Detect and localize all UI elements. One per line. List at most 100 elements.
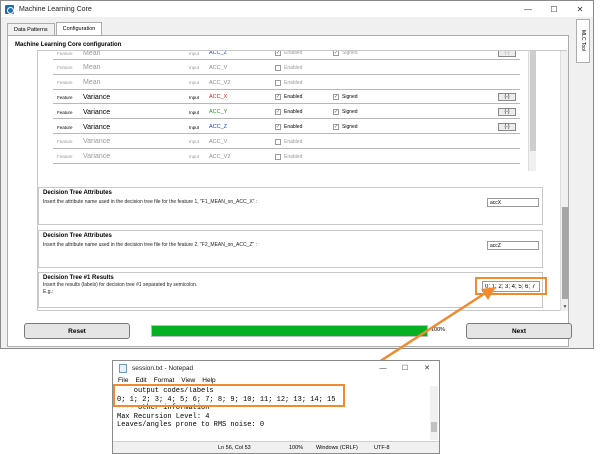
feature-label: Feature: [57, 124, 73, 130]
feature-name[interactable]: Variance: [83, 150, 110, 164]
enabled-toggle[interactable]: Enabled: [275, 135, 302, 149]
enabled-toggle[interactable]: Enabled: [275, 61, 302, 75]
menu-file[interactable]: File: [118, 377, 128, 384]
feature-label: Feature: [57, 80, 73, 86]
notepad-scroll-thumb[interactable]: [431, 422, 437, 432]
notepad-minimize-button[interactable]: —: [373, 361, 393, 375]
input-value[interactable]: ACC_V2: [209, 76, 230, 90]
maximize-button[interactable]: ☐: [541, 1, 567, 17]
attribute-1-input[interactable]: [487, 198, 539, 207]
attribute-group-2: Decision Tree Attributes Insert the attr…: [38, 230, 543, 268]
notepad-close-button[interactable]: ✕: [417, 361, 437, 375]
enabled-checkbox[interactable]: [275, 79, 281, 86]
attribute-group-1-text: Insert the attribute name used in the de…: [43, 199, 258, 205]
enabled-label: Enabled: [284, 79, 303, 86]
enabled-toggle[interactable]: ✓ Enabled: [275, 51, 302, 60]
signed-toggle[interactable]: ✓ Signed: [333, 51, 358, 60]
attribute-group-2-title: Decision Tree Attributes: [43, 233, 112, 239]
attribute-2-input[interactable]: [487, 241, 539, 250]
side-tab-label: MLC Tool: [580, 30, 586, 52]
feature-name[interactable]: Variance: [83, 135, 110, 149]
input-label: Input: [189, 154, 200, 160]
feature-options: (-): [498, 105, 516, 119]
input-value[interactable]: ACC_Z: [209, 51, 227, 60]
signed-toggle[interactable]: ✓ Signed: [333, 120, 358, 134]
signed-checkbox[interactable]: ✓: [333, 94, 339, 101]
notepad-icon: [119, 363, 127, 373]
config-scrollbar[interactable]: ▼: [560, 51, 568, 311]
feature-options: (-): [498, 120, 516, 134]
feature-row: Feature Variance Input ACC_Z ✓ Enabled ✓ Signed…: [53, 120, 520, 134]
title-bar: Machine Learning Core — ☐ ✕: [1, 1, 593, 17]
reset-button[interactable]: Reset: [24, 323, 130, 339]
input-value[interactable]: ACC_V: [209, 135, 227, 149]
enabled-checkbox[interactable]: ✓: [275, 109, 281, 116]
menu-view[interactable]: View: [181, 377, 195, 384]
feature-options-button[interactable]: (-): [498, 93, 516, 102]
enabled-checkbox[interactable]: [275, 138, 281, 145]
feature-name[interactable]: Variance: [83, 105, 110, 119]
config-scroll-thumb[interactable]: [562, 207, 568, 299]
tab-data-patterns[interactable]: Data Patterns: [7, 23, 55, 35]
scroll-down-icon[interactable]: ▼: [561, 303, 569, 311]
signed-label: Signed: [342, 109, 358, 116]
feature-options-button[interactable]: (-): [498, 108, 516, 117]
enabled-toggle[interactable]: Enabled: [275, 150, 302, 164]
tab-configuration[interactable]: Configuration: [55, 22, 103, 35]
enabled-checkbox[interactable]: ✓: [275, 94, 281, 101]
progress-bar: [151, 325, 428, 337]
enabled-toggle[interactable]: ✓ Enabled: [275, 90, 302, 104]
feature-name[interactable]: Mean: [83, 61, 101, 75]
feature-row: Feature Variance Input ACC_X ✓ Enabled ✓ Signed…: [53, 90, 520, 105]
input-value[interactable]: ACC_V: [209, 61, 227, 75]
feature-label: Feature: [57, 65, 73, 71]
feature-name[interactable]: Variance: [83, 120, 110, 134]
progress-fill: [152, 326, 427, 336]
enabled-toggle[interactable]: Enabled: [275, 76, 302, 90]
enabled-checkbox[interactable]: ✓: [275, 124, 281, 130]
feature-label: Feature: [57, 139, 73, 145]
minimize-button[interactable]: —: [515, 1, 541, 17]
enabled-checkbox[interactable]: [275, 64, 281, 71]
menu-format[interactable]: Format: [154, 377, 175, 384]
signed-checkbox[interactable]: ✓: [333, 109, 339, 116]
text-line: Leaves/angles prone to RMS noise: 0: [117, 421, 265, 430]
menu-help[interactable]: Help: [202, 377, 215, 384]
status-encoding: UTF-8: [374, 445, 390, 451]
results-group: Decision Tree #1 Results Insert the resu…: [38, 272, 543, 308]
feature-options-button[interactable]: (-): [498, 123, 516, 131]
next-button[interactable]: Next: [466, 323, 572, 339]
signed-checkbox[interactable]: ✓: [333, 124, 339, 130]
close-button[interactable]: ✕: [567, 1, 593, 17]
enabled-checkbox[interactable]: [275, 153, 281, 160]
side-tab-mlc-tool[interactable]: MLC Tool: [576, 19, 590, 63]
feature-name[interactable]: Variance: [83, 90, 110, 104]
enabled-checkbox[interactable]: ✓: [275, 51, 281, 56]
input-value[interactable]: ACC_Z: [209, 120, 227, 134]
notepad-menu-bar: File Edit Format View Help: [118, 377, 223, 384]
menu-edit[interactable]: Edit: [135, 377, 146, 384]
signed-toggle[interactable]: ✓ Signed: [333, 105, 358, 119]
feature-options: (-): [498, 51, 516, 60]
input-value[interactable]: ACC_V2: [209, 150, 230, 164]
notepad-highlight-box: [113, 384, 345, 407]
status-zoom: 100%: [289, 445, 304, 451]
input-label: Input: [189, 65, 200, 71]
input-value[interactable]: ACC_X: [209, 90, 227, 104]
feature-name[interactable]: Mean: [83, 51, 101, 60]
feature-list-scrollbar[interactable]: [528, 51, 536, 171]
feature-options-button[interactable]: (-): [498, 51, 516, 57]
notepad-scrollbar[interactable]: [430, 386, 438, 440]
signed-checkbox[interactable]: ✓: [333, 51, 339, 56]
signed-toggle[interactable]: ✓ Signed: [333, 90, 358, 104]
feature-list-scroll-thumb[interactable]: [530, 51, 536, 151]
feature-name[interactable]: Mean: [83, 76, 101, 90]
signed-label: Signed: [342, 124, 358, 130]
enabled-label: Enabled: [284, 94, 303, 101]
enabled-toggle[interactable]: ✓ Enabled: [275, 120, 302, 134]
signed-label: Signed: [342, 94, 358, 101]
notepad-maximize-button[interactable]: ☐: [395, 361, 415, 375]
enabled-toggle[interactable]: ✓ Enabled: [275, 105, 302, 119]
input-value[interactable]: ACC_Y: [209, 105, 227, 119]
enabled-label: Enabled: [284, 64, 303, 71]
